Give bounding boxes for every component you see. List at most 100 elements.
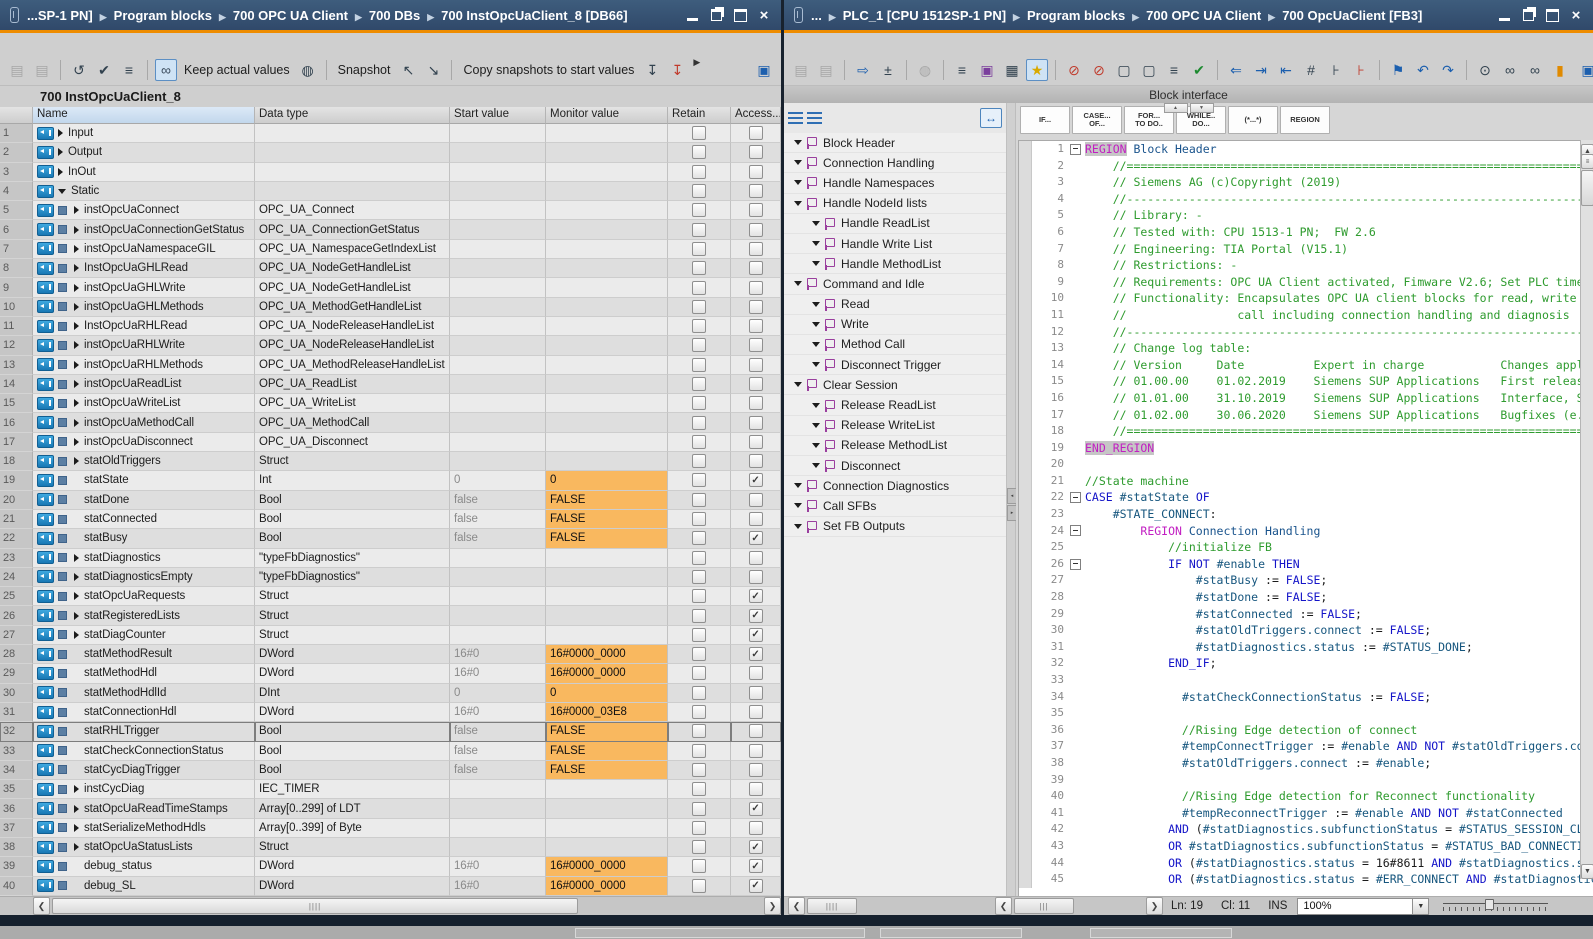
maximize-button[interactable] — [733, 9, 747, 22]
insert-row-icon[interactable]: ▤ — [6, 59, 28, 81]
table-row[interactable]: 23statDiagnostics"typeFbDiagnostics" — [0, 549, 781, 568]
access-checkbox[interactable] — [749, 223, 763, 237]
collapse-icon[interactable] — [812, 221, 820, 226]
pin-icon[interactable] — [10, 7, 19, 23]
expand-icon[interactable] — [58, 129, 63, 137]
access-checkbox[interactable] — [749, 744, 763, 758]
table-row[interactable]: 28statMethodResultDWord16#016#0000_0000✓ — [0, 645, 781, 664]
breadcrumb-item[interactable]: ... — [811, 8, 822, 23]
retain-checkbox[interactable] — [692, 647, 706, 661]
retain-checkbox[interactable] — [692, 744, 706, 758]
start-value-cell[interactable]: 16#0 — [450, 664, 546, 683]
collapse-icon[interactable] — [794, 382, 802, 387]
expand-status-icon[interactable]: ❯ — [1146, 897, 1163, 915]
copy-start-values-all-icon[interactable]: ↧ — [666, 59, 688, 81]
region-tree-item[interactable]: Command and Idle — [784, 274, 1006, 294]
code-scroll-thumb[interactable]: ||| — [1014, 898, 1074, 914]
breadcrumb-item[interactable]: ...SP-1 PN] — [27, 8, 93, 23]
table-row[interactable]: 15instOpcUaWriteListOPC_UA_WriteList — [0, 394, 781, 413]
expand-icon[interactable] — [74, 226, 79, 234]
retain-checkbox[interactable] — [692, 358, 706, 372]
start-value-cell[interactable] — [450, 163, 546, 182]
retain-checkbox[interactable] — [692, 454, 706, 468]
collapse-icon[interactable] — [812, 362, 820, 367]
fold-collapse-icon[interactable] — [1070, 144, 1081, 155]
region-tree-item[interactable]: Handle NodeId lists — [784, 194, 1006, 214]
expand-icon[interactable] — [74, 419, 79, 427]
goto-previous-icon[interactable]: ⇐ — [1225, 59, 1247, 81]
start-value-cell[interactable] — [450, 356, 546, 375]
update-block-calls-icon[interactable]: ▦ — [1001, 59, 1023, 81]
access-checkbox[interactable]: ✓ — [749, 473, 763, 487]
collapse-icon[interactable] — [812, 403, 820, 408]
window-icon[interactable] — [794, 7, 803, 23]
find-replace-icon[interactable]: ⊙ — [1474, 59, 1496, 81]
start-value-cell[interactable] — [450, 413, 546, 432]
start-value-cell[interactable] — [450, 452, 546, 471]
favorites-icon[interactable]: ★ — [1026, 59, 1048, 81]
breadcrumb-item[interactable]: 700 OpcUaClient [FB3] — [1282, 8, 1422, 23]
horizontal-scrollbar[interactable]: ❮ |||| ❯ — [0, 896, 781, 915]
retain-checkbox[interactable] — [692, 802, 706, 816]
access-checkbox[interactable] — [749, 242, 763, 256]
scroll-thumb[interactable] — [1581, 170, 1593, 206]
table-row[interactable]: 1Input — [0, 124, 781, 143]
start-value-cell[interactable]: 16#0 — [450, 703, 546, 722]
region-tree-item[interactable]: Disconnect — [784, 456, 1006, 476]
indent-icon[interactable]: ⇥ — [1250, 59, 1272, 81]
reset-start-values-icon[interactable]: ↺ — [68, 59, 90, 81]
retain-checkbox[interactable] — [692, 281, 706, 295]
start-value-cell[interactable]: 0 — [450, 684, 546, 703]
close-button[interactable]: × — [757, 9, 771, 22]
region-tree-item[interactable]: Set FB Outputs — [784, 517, 1006, 537]
scroll-thumb[interactable]: |||| — [52, 898, 578, 914]
collapse-icon[interactable] — [58, 189, 66, 194]
region-tree-item[interactable]: Release WriteList — [784, 416, 1006, 436]
table-row[interactable]: 37statSerializeMethodHdlsArray[0..399] o… — [0, 819, 781, 838]
start-value-cell[interactable] — [450, 143, 546, 162]
snippet-tab[interactable]: (*...*) — [1228, 106, 1278, 134]
region-tree-item[interactable]: Call SFBs — [784, 496, 1006, 516]
retain-checkbox[interactable] — [692, 705, 706, 719]
retain-checkbox[interactable] — [692, 859, 706, 873]
access-checkbox[interactable] — [749, 281, 763, 295]
start-value-cell[interactable]: 16#0 — [450, 645, 546, 664]
monitor-all-icon[interactable]: ∞ — [1524, 59, 1546, 81]
expand-icon[interactable] — [74, 322, 79, 330]
table-row[interactable]: 38statOpcUaStatusListsStruct✓ — [0, 838, 781, 857]
table-row[interactable]: 35instCycDiagIEC_TIMER — [0, 780, 781, 799]
start-value-cell[interactable] — [450, 819, 546, 838]
column-header[interactable]: Name — [33, 107, 255, 124]
expand-icon[interactable] — [74, 785, 79, 793]
expand-icon[interactable] — [74, 399, 79, 407]
table-row[interactable]: 16instOpcUaMethodCallOPC_UA_MethodCall — [0, 413, 781, 432]
retain-checkbox[interactable] — [692, 319, 706, 333]
start-value-cell[interactable] — [450, 799, 546, 818]
apply-start-values-icon[interactable]: ✔ — [93, 59, 115, 81]
start-value-cell[interactable] — [450, 259, 546, 278]
access-checkbox[interactable] — [749, 570, 763, 584]
expand-icon[interactable] — [74, 341, 79, 349]
retain-checkbox[interactable] — [692, 396, 706, 410]
retain-checkbox[interactable] — [692, 416, 706, 430]
expand-icon[interactable] — [74, 206, 79, 214]
table-row[interactable]: 4Static — [0, 182, 781, 201]
access-checkbox[interactable] — [749, 145, 763, 159]
access-checkbox[interactable] — [749, 261, 763, 275]
breadcrumb-item[interactable]: 700 InstOpcUaClient_8 [DB66] — [441, 8, 627, 23]
start-value-cell[interactable] — [450, 298, 546, 317]
collapse-icon[interactable] — [794, 180, 802, 185]
retain-checkbox[interactable] — [692, 724, 706, 738]
access-checkbox[interactable] — [749, 184, 763, 198]
access-checkbox[interactable] — [749, 551, 763, 565]
table-row[interactable]: 32statRHLTriggerBoolfalseFALSE — [0, 722, 781, 741]
expand-icon[interactable] — [74, 245, 79, 253]
column-header[interactable] — [0, 107, 33, 124]
float-button[interactable] — [1521, 9, 1535, 22]
start-value-cell[interactable] — [450, 240, 546, 259]
access-checkbox[interactable]: ✓ — [749, 589, 763, 603]
retain-checkbox[interactable] — [692, 512, 706, 526]
start-value-cell[interactable] — [450, 394, 546, 413]
start-value-cell[interactable]: 16#0 — [450, 877, 546, 896]
region-tree-item[interactable]: Release MethodList — [784, 436, 1006, 456]
